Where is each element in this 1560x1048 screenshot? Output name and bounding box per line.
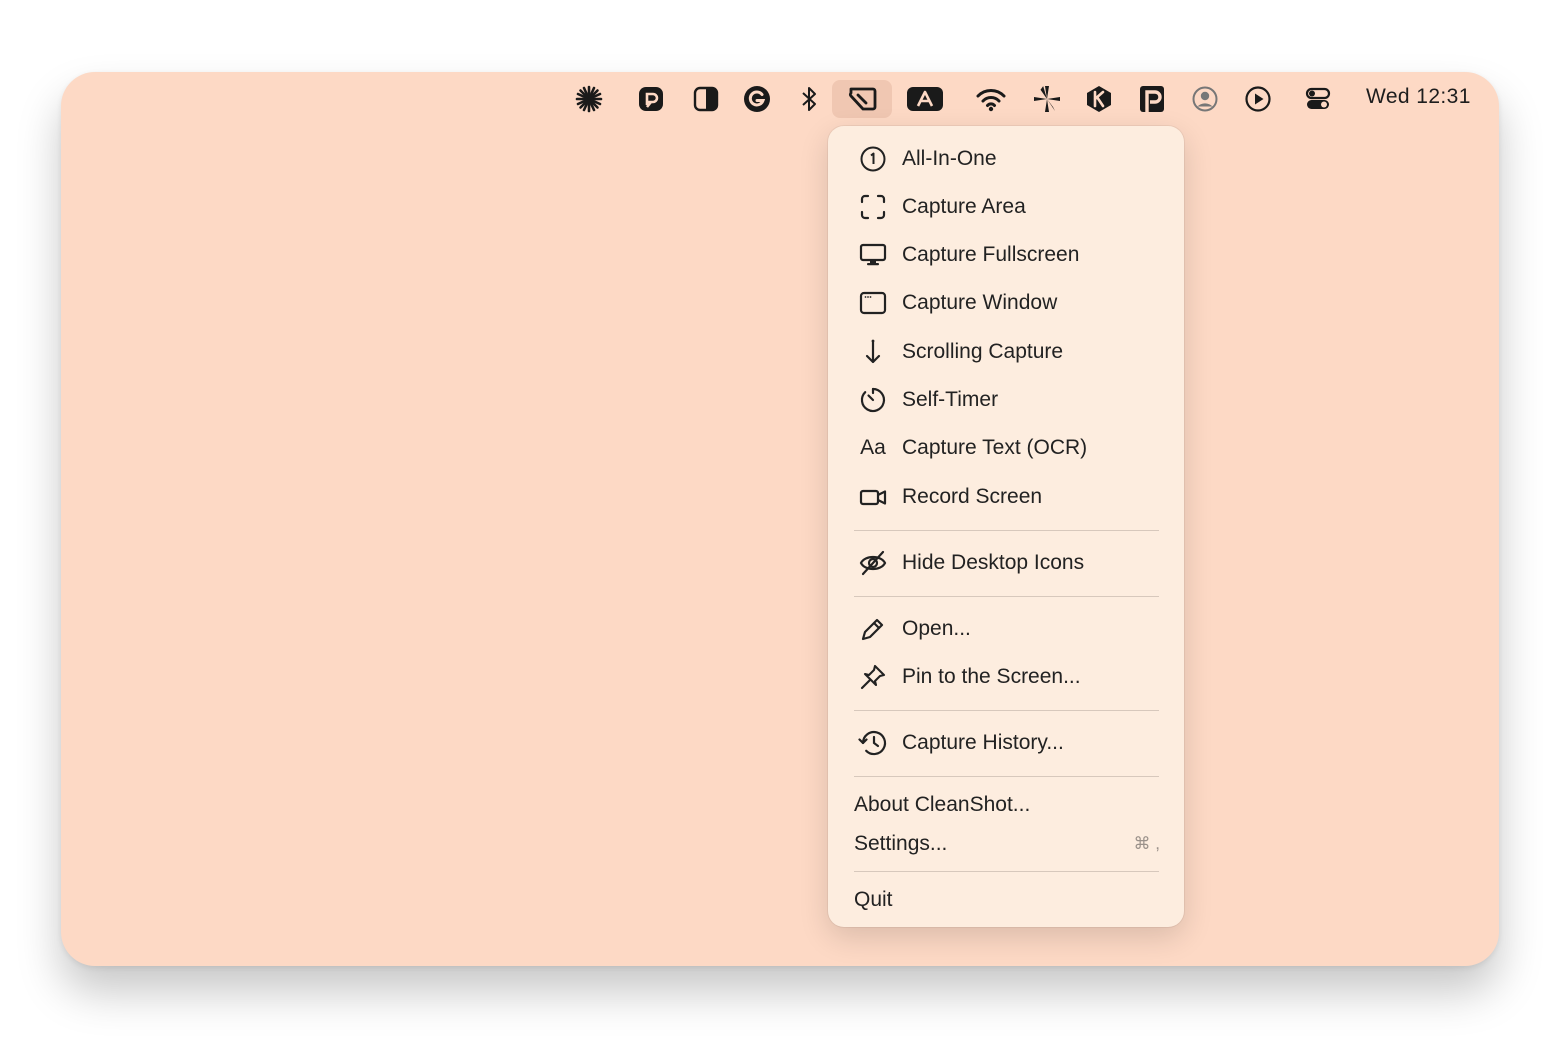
asterisk-icon[interactable] — [572, 82, 606, 116]
p-square-app-icon[interactable] — [1135, 82, 1169, 116]
menu-item-label: Quit — [854, 888, 893, 911]
capture-area-icon — [858, 193, 888, 221]
menu-item-pin-to-screen[interactable]: Pin to the Screen... — [828, 655, 1184, 699]
video-camera-icon — [858, 483, 888, 511]
monitor-icon — [858, 241, 888, 269]
play-circle-icon[interactable] — [1241, 82, 1275, 116]
wifi-icon[interactable] — [974, 82, 1008, 116]
menu-item-about-cleanshot[interactable]: About CleanShot... — [828, 783, 1184, 827]
p-circle-app-icon[interactable] — [634, 82, 668, 116]
text-aa-icon: Aa — [860, 436, 886, 459]
menu-item-label: About CleanShot... — [854, 793, 1031, 816]
menu-item-label: Capture Text (OCR) — [902, 436, 1088, 459]
cleanshot-dropdown-menu: All-In-One Capture Area Capture Fullscre… — [828, 126, 1184, 927]
menu-item-label: Capture Area — [902, 195, 1026, 218]
menu-separator — [854, 710, 1159, 711]
menu-item-self-timer[interactable]: Self-Timer — [828, 378, 1184, 422]
cleanshot-icon[interactable] — [845, 82, 879, 116]
menu-separator — [854, 871, 1159, 872]
control-center-icon[interactable] — [1301, 82, 1335, 116]
menu-item-hide-desktop-icons[interactable]: Hide Desktop Icons — [828, 541, 1184, 585]
menu-item-capture-text-ocr[interactable]: Aa Capture Text (OCR) — [828, 426, 1184, 470]
k-app-icon[interactable] — [1082, 82, 1116, 116]
pin-icon — [858, 663, 888, 691]
menu-item-label: Settings... — [854, 832, 948, 855]
menu-item-label: Hide Desktop Icons — [902, 551, 1085, 574]
a-text-icon[interactable] — [906, 82, 944, 116]
menu-item-capture-history[interactable]: Capture History... — [828, 721, 1184, 765]
timer-icon — [858, 386, 888, 414]
menu-item-label: Capture History... — [902, 731, 1064, 754]
pinwheel-icon[interactable] — [1030, 82, 1064, 116]
circle-one-icon — [858, 145, 888, 173]
user-account-icon[interactable] — [1188, 82, 1222, 116]
contrast-icon[interactable] — [689, 82, 723, 116]
menu-item-record-screen[interactable]: Record Screen — [828, 475, 1184, 519]
history-icon — [858, 729, 888, 757]
menu-separator — [854, 596, 1159, 597]
menu-item-settings[interactable]: Settings... ⌘ , — [828, 822, 1184, 866]
menubar-clock[interactable]: Wed 12:31 — [1366, 85, 1471, 109]
settings-shortcut: ⌘ , — [1133, 834, 1160, 853]
menu-item-label: Capture Window — [902, 291, 1058, 314]
eye-slash-icon — [858, 549, 888, 577]
menu-item-label: All-In-One — [902, 147, 997, 170]
bluetooth-icon[interactable] — [792, 82, 826, 116]
menu-item-capture-fullscreen[interactable]: Capture Fullscreen — [828, 233, 1184, 277]
menu-item-open[interactable]: Open... — [828, 607, 1184, 651]
menu-separator — [854, 776, 1159, 777]
window-icon — [858, 289, 888, 317]
menu-item-label: Pin to the Screen... — [902, 665, 1081, 688]
grammarly-icon[interactable] — [740, 82, 774, 116]
arrow-down-icon — [858, 338, 888, 366]
menu-item-label: Open... — [902, 617, 971, 640]
menu-item-label: Self-Timer — [902, 388, 999, 411]
desktop — [61, 72, 1499, 966]
menu-item-all-in-one[interactable]: All-In-One — [828, 137, 1184, 181]
menu-item-scrolling-capture[interactable]: Scrolling Capture — [828, 330, 1184, 374]
menu-item-quit[interactable]: Quit — [828, 878, 1184, 922]
menu-item-capture-area[interactable]: Capture Area — [828, 185, 1184, 229]
pencil-icon — [858, 615, 888, 643]
menu-item-label: Capture Fullscreen — [902, 243, 1080, 266]
menu-item-label: Scrolling Capture — [902, 340, 1064, 363]
menu-item-label: Record Screen — [902, 485, 1043, 508]
menu-separator — [854, 530, 1159, 531]
menu-item-capture-window[interactable]: Capture Window — [828, 281, 1184, 325]
